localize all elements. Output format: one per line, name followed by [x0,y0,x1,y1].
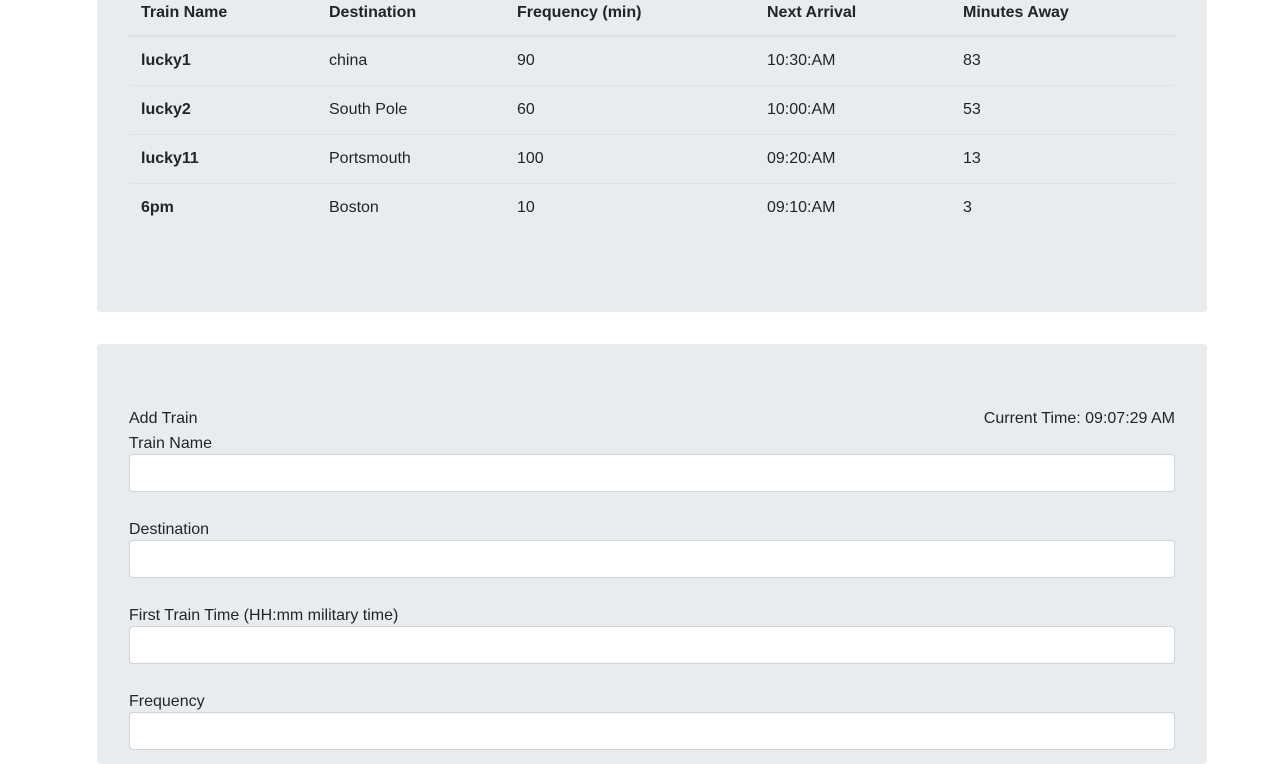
first-train-time-input[interactable] [129,626,1175,664]
cell-train-name: 6pm [141,198,174,216]
cell-destination: South Pole [317,85,505,135]
cell-train-name: lucky11 [129,134,317,184]
cell-minutes-away: 3 [963,198,972,216]
first-train-time-label: First Train Time (HH:mm military time) [129,607,399,624]
first-train-time-group: First Train Time (HH:mm military time) [129,606,1175,664]
table-row: lucky11 Portsmouth 100 09:20:AM 13 [129,134,1175,184]
table-row: lucky2 South Pole 60 10:00:AM 53 [129,85,1175,135]
table-header-row: Train Name Destination Frequency (min) N… [129,0,1175,37]
train-name-group: Train Name [129,434,1175,492]
column-header-frequency: Frequency (min) [505,0,755,37]
cell-destination: Boston [329,198,379,216]
cell-minutes-away: 13 [951,134,1175,184]
current-time-display: Current Time: 09:07:29 AM [983,410,1175,427]
cell-minutes-away: 83 [951,36,1175,86]
table-row: 6pm Boston 10 09:10:AM 3 [129,183,1175,232]
frequency-group: Frequency [129,692,1175,750]
cell-next-arrival: 09:10:AM [767,198,836,216]
cell-destination: Portsmouth [317,134,505,184]
column-header-train-name: Train Name [129,0,317,37]
cell-next-arrival: 10:00:AM [755,85,951,135]
train-schedule-table: Train Name Destination Frequency (min) N… [129,0,1175,232]
train-name-input[interactable] [129,454,1175,492]
train-schedule-panel: Train Name Destination Frequency (min) N… [97,0,1207,312]
cell-frequency: 100 [505,134,755,184]
table-row: lucky1 china 90 10:30:AM 83 [129,36,1175,86]
add-train-title: Add Train [129,410,198,427]
train-name-label: Train Name [129,435,212,452]
cell-frequency: 90 [505,36,755,86]
add-train-header: Add Train Current Time: 09:07:29 AM [129,410,1175,432]
cell-frequency: 60 [505,85,755,135]
cell-train-name: lucky1 [129,36,317,86]
cell-next-arrival: 10:30:AM [755,36,951,86]
cell-minutes-away: 53 [951,85,1175,135]
cell-destination: china [317,36,505,86]
cell-train-name: lucky2 [129,85,317,135]
column-header-destination: Destination [317,0,505,37]
frequency-label: Frequency [129,693,205,710]
column-header-minutes-away: Minutes Away [951,0,1175,37]
frequency-input[interactable] [129,712,1175,750]
destination-group: Destination [129,520,1175,578]
destination-input[interactable] [129,540,1175,578]
add-train-panel: Add Train Current Time: 09:07:29 AM Trai… [97,344,1207,764]
destination-label: Destination [129,521,210,538]
column-header-next-arrival: Next Arrival [755,0,951,37]
cell-frequency: 10 [517,198,535,216]
cell-next-arrival: 09:20:AM [755,134,951,184]
